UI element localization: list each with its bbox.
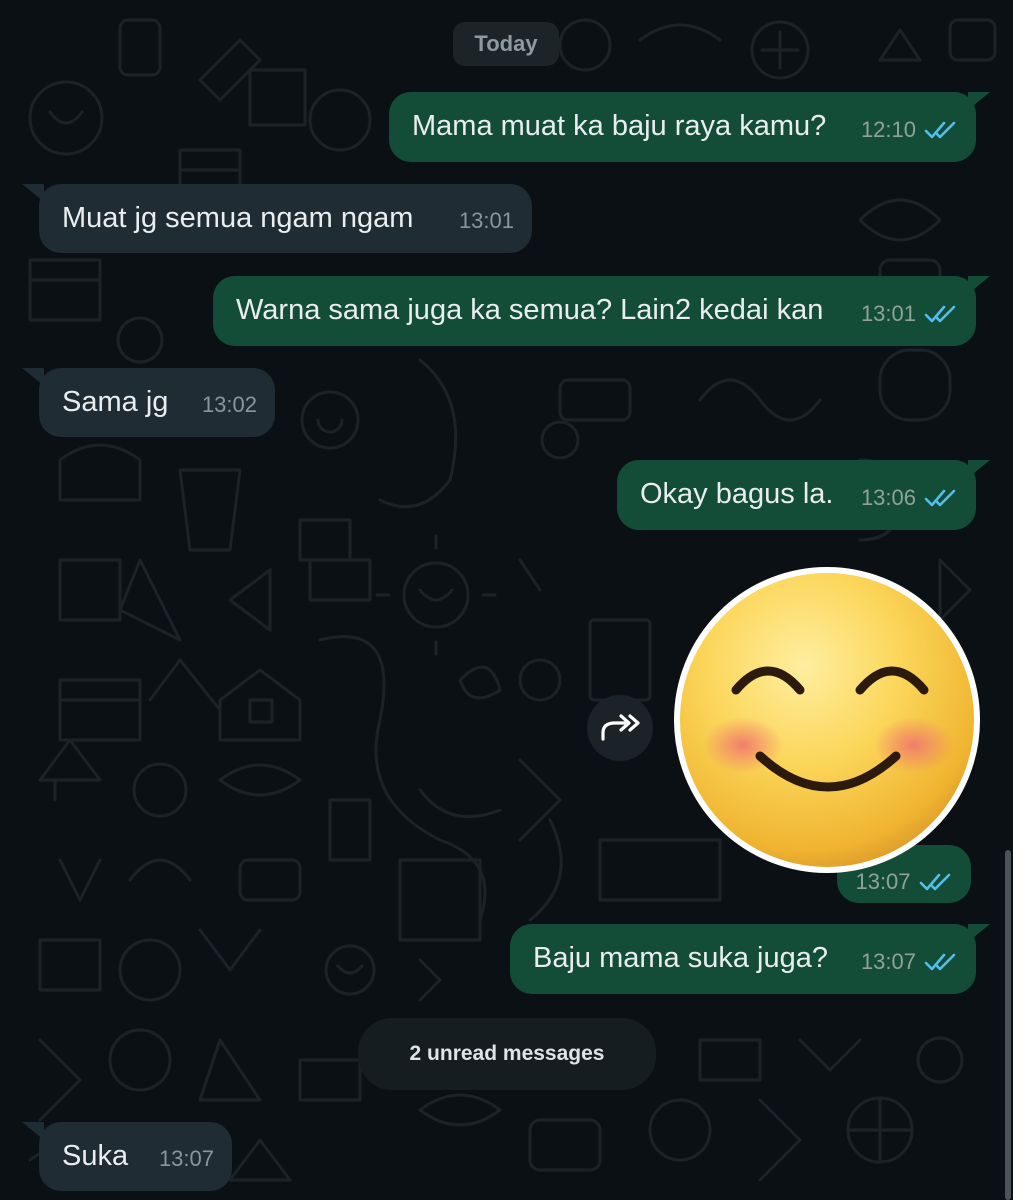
unread-messages-indicator: 2 unread messages [358,1018,656,1090]
scrollbar[interactable] [1005,850,1011,1200]
outgoing-message[interactable]: Baju mama suka juga? 13:07 [510,924,976,994]
message-time: 13:01 [458,208,514,233]
message-text: Baju mama suka juga? [533,942,828,974]
message-text: Sama jg [62,386,169,418]
outgoing-message[interactable]: Mama muat ka baju raya kamu? 12:10 [389,92,976,162]
forward-button[interactable] [587,695,653,761]
incoming-message[interactable]: Muat jg semua ngam ngam 13:01 [39,184,532,253]
double-check-icon [924,952,958,972]
message-time: 13:01 [860,301,916,326]
outgoing-message[interactable]: Okay bagus la. 13:06 [617,460,976,530]
message-time: 12:10 [860,117,916,142]
date-label: Today [474,31,538,56]
incoming-message[interactable]: Sama jg 13:02 [39,368,275,437]
message-text: Muat jg semua ngam ngam [62,202,414,234]
date-separator: Today [453,22,559,66]
message-time: 13:07 [860,949,916,974]
message-time: 13:06 [860,485,916,510]
message-text: Warna sama juga ka semua? Lain2 kedai ka… [236,294,824,326]
double-check-icon [924,120,958,140]
smiling-face-sticker[interactable] [668,560,986,878]
message-text: Mama muat ka baju raya kamu? [412,110,827,142]
message-time: 13:07 [158,1146,214,1171]
message-time: 13:02 [201,392,257,417]
outgoing-message[interactable]: Warna sama juga ka semua? Lain2 kedai ka… [213,276,976,346]
double-check-icon [924,304,958,324]
double-check-icon [924,488,958,508]
forward-icon [597,709,643,748]
unread-label: 2 unread messages [409,1042,605,1065]
message-text: Okay bagus la. [640,478,834,510]
incoming-message[interactable]: Suka 13:07 [39,1122,232,1191]
message-text: Suka [62,1140,129,1172]
